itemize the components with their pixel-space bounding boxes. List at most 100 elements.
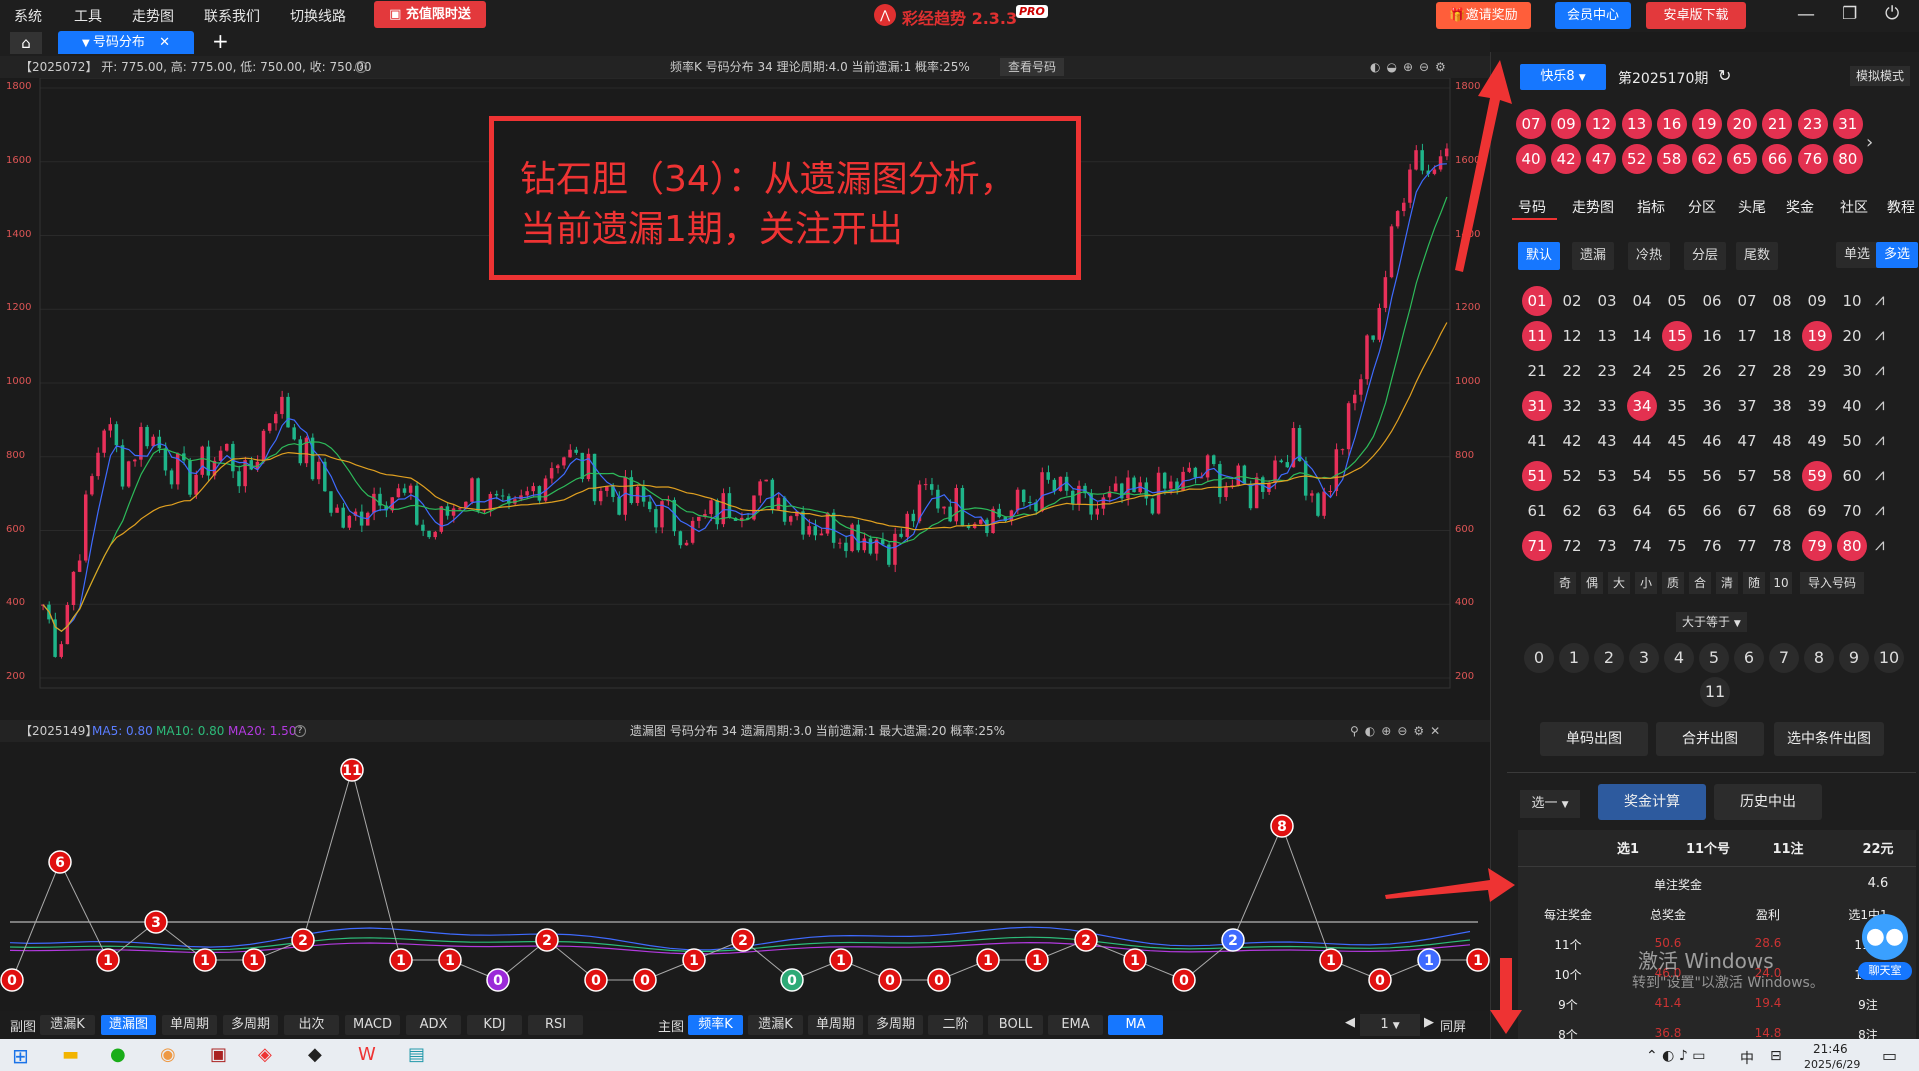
omission-point[interactable]: 0 [0,968,24,992]
number-ball[interactable]: 62 [1557,496,1587,526]
number-ball[interactable]: 17 [1732,321,1762,351]
invite-button[interactable]: 🎁邀请奖励 [1436,2,1531,29]
number-ball[interactable]: 69 [1802,496,1832,526]
number-ball[interactable]: 01 [1522,286,1552,316]
number-ball[interactable]: 26 [1697,356,1727,386]
number-ball[interactable]: 29 [1802,356,1832,386]
number-ball[interactable]: 10 [1837,286,1867,316]
file-explorer-icon[interactable]: ▬ [62,1044,79,1065]
omission-point[interactable]: 0 [584,968,608,992]
number-ball[interactable]: 71 [1522,531,1552,561]
nav-tab-2[interactable]: 指标 [1637,197,1665,217]
fullscreen-button[interactable]: 同屏 [1440,1016,1466,1035]
trend-chart-icon[interactable]: ⩘ [1875,500,1885,520]
number-ball[interactable]: 37 [1732,391,1762,421]
prize-calc-button[interactable]: 奖金计算 [1598,784,1706,820]
main-btn-7[interactable]: MA [1108,1015,1163,1035]
omission-point[interactable]: 6 [48,850,72,874]
number-ball[interactable]: 70 [1837,496,1867,526]
number-ball[interactable]: 72 [1557,531,1587,561]
menu-contact[interactable]: 联系我们 [204,6,260,26]
omission-point[interactable]: 1 [96,948,120,972]
number-ball[interactable]: 36 [1697,391,1727,421]
nav-tab-3[interactable]: 分区 [1688,197,1716,217]
number-ball[interactable]: 08 [1767,286,1797,316]
omission-point[interactable]: 0 [878,968,902,992]
tab-number-distribution[interactable]: ▼ 号码分布 ✕ [58,31,194,54]
add-tab-icon[interactable]: + [212,29,229,53]
trend-chart-icon[interactable]: ⩘ [1875,395,1885,415]
number-ball[interactable]: 49 [1802,426,1832,456]
power-icon[interactable]: ⏻ [1885,3,1899,24]
omission-point[interactable]: 0 [780,968,804,992]
main-btn-2[interactable]: 单周期 [808,1015,863,1035]
ime-lang[interactable]: 中 [1740,1048,1754,1068]
number-ball[interactable]: 74 [1627,531,1657,561]
help-icon[interactable]: ? [355,61,367,73]
home-icon[interactable]: ⌂ [10,32,42,54]
omission-point[interactable]: 2 [731,928,755,952]
number-ball[interactable]: 09 [1802,286,1832,316]
number-ball[interactable]: 07 [1732,286,1762,316]
quick-pick-4[interactable]: 质 [1662,572,1684,594]
next-page-icon[interactable]: ▶ [1424,1015,1434,1030]
nav-tab-4[interactable]: 头尾 [1738,197,1766,217]
notes-icon[interactable]: ▤ [408,1044,425,1065]
member-center-button[interactable]: 会员中心 [1555,2,1631,29]
omission-point[interactable]: 1 [438,948,462,972]
sub-btn-7[interactable]: KDJ [467,1015,522,1035]
lottery-app-icon[interactable]: ◈ [258,1044,272,1065]
chevron-right-icon[interactable]: › [1866,132,1873,153]
qq-icon[interactable]: ◆ [308,1044,322,1065]
promo-button[interactable]: ▣ 充值限时送 [374,1,486,28]
count-ball[interactable]: 3 [1629,643,1659,673]
filter-2[interactable]: 冷热 [1628,242,1671,270]
number-ball[interactable]: 06 [1697,286,1727,316]
number-ball[interactable]: 44 [1627,426,1657,456]
number-ball[interactable]: 79 [1802,531,1832,561]
omission-point[interactable]: 2 [1221,928,1245,952]
filter-3[interactable]: 分层 [1684,242,1727,270]
number-ball[interactable]: 16 [1697,321,1727,351]
count-ball[interactable]: 1 [1559,643,1589,673]
number-ball[interactable]: 56 [1697,461,1727,491]
number-ball[interactable]: 47 [1732,426,1762,456]
trend-chart-icon[interactable]: ⩘ [1875,325,1885,345]
trend-chart-icon[interactable]: ⩘ [1875,430,1885,450]
number-ball[interactable]: 03 [1592,286,1622,316]
number-ball[interactable]: 21 [1522,356,1552,386]
quick-pick-0[interactable]: 奇 [1554,572,1576,594]
chart-tool-icons[interactable]: ⚲◐⊕⊖⚙✕ [1350,720,1446,742]
number-ball[interactable]: 51 [1522,461,1552,491]
quick-pick-7[interactable]: 随 [1743,572,1765,594]
quick-pick-8[interactable]: 10 [1770,572,1792,594]
omission-point[interactable]: 1 [829,948,853,972]
number-ball[interactable]: 48 [1767,426,1797,456]
omission-point[interactable]: 0 [633,968,657,992]
sub-btn-0[interactable]: 遗漏K [40,1015,95,1035]
omission-chart[interactable]: 06131 12111 1020 012010 01 121028101 1 [0,742,1490,1010]
sub-btn-2[interactable]: 单周期 [162,1015,217,1035]
lookup-number-button[interactable]: 查看号码 [1000,58,1065,76]
omission-point[interactable]: 1 [242,948,266,972]
android-download-button[interactable]: 安卓版下载 [1646,2,1746,29]
count-ball[interactable]: 2 [1594,643,1624,673]
number-ball[interactable]: 14 [1627,321,1657,351]
chart-tool-icons[interactable]: ◐◒⊕⊖⚙ [1370,56,1452,78]
restore-icon[interactable]: ❐ [1842,4,1857,24]
sub-btn-5[interactable]: MACD [345,1015,400,1035]
nav-tab-6[interactable]: 社区 [1840,197,1868,217]
number-ball[interactable]: 12 [1557,321,1587,351]
action-2[interactable]: 选中条件出图 [1774,722,1884,756]
wps-icon[interactable]: W [358,1044,376,1065]
number-ball[interactable]: 34 [1627,391,1657,421]
wechat-icon[interactable]: ● [110,1044,126,1065]
number-ball[interactable]: 13 [1592,321,1622,351]
number-ball[interactable]: 18 [1767,321,1797,351]
filter-4[interactable]: 尾数 [1736,242,1779,270]
main-btn-1[interactable]: 遗漏K [748,1015,803,1035]
chat-room-button[interactable]: 聊天室 [1858,962,1912,980]
main-btn-5[interactable]: BOLL [988,1015,1043,1035]
multi-select-toggle[interactable]: 多选 [1876,242,1919,268]
quick-pick-2[interactable]: 大 [1608,572,1630,594]
